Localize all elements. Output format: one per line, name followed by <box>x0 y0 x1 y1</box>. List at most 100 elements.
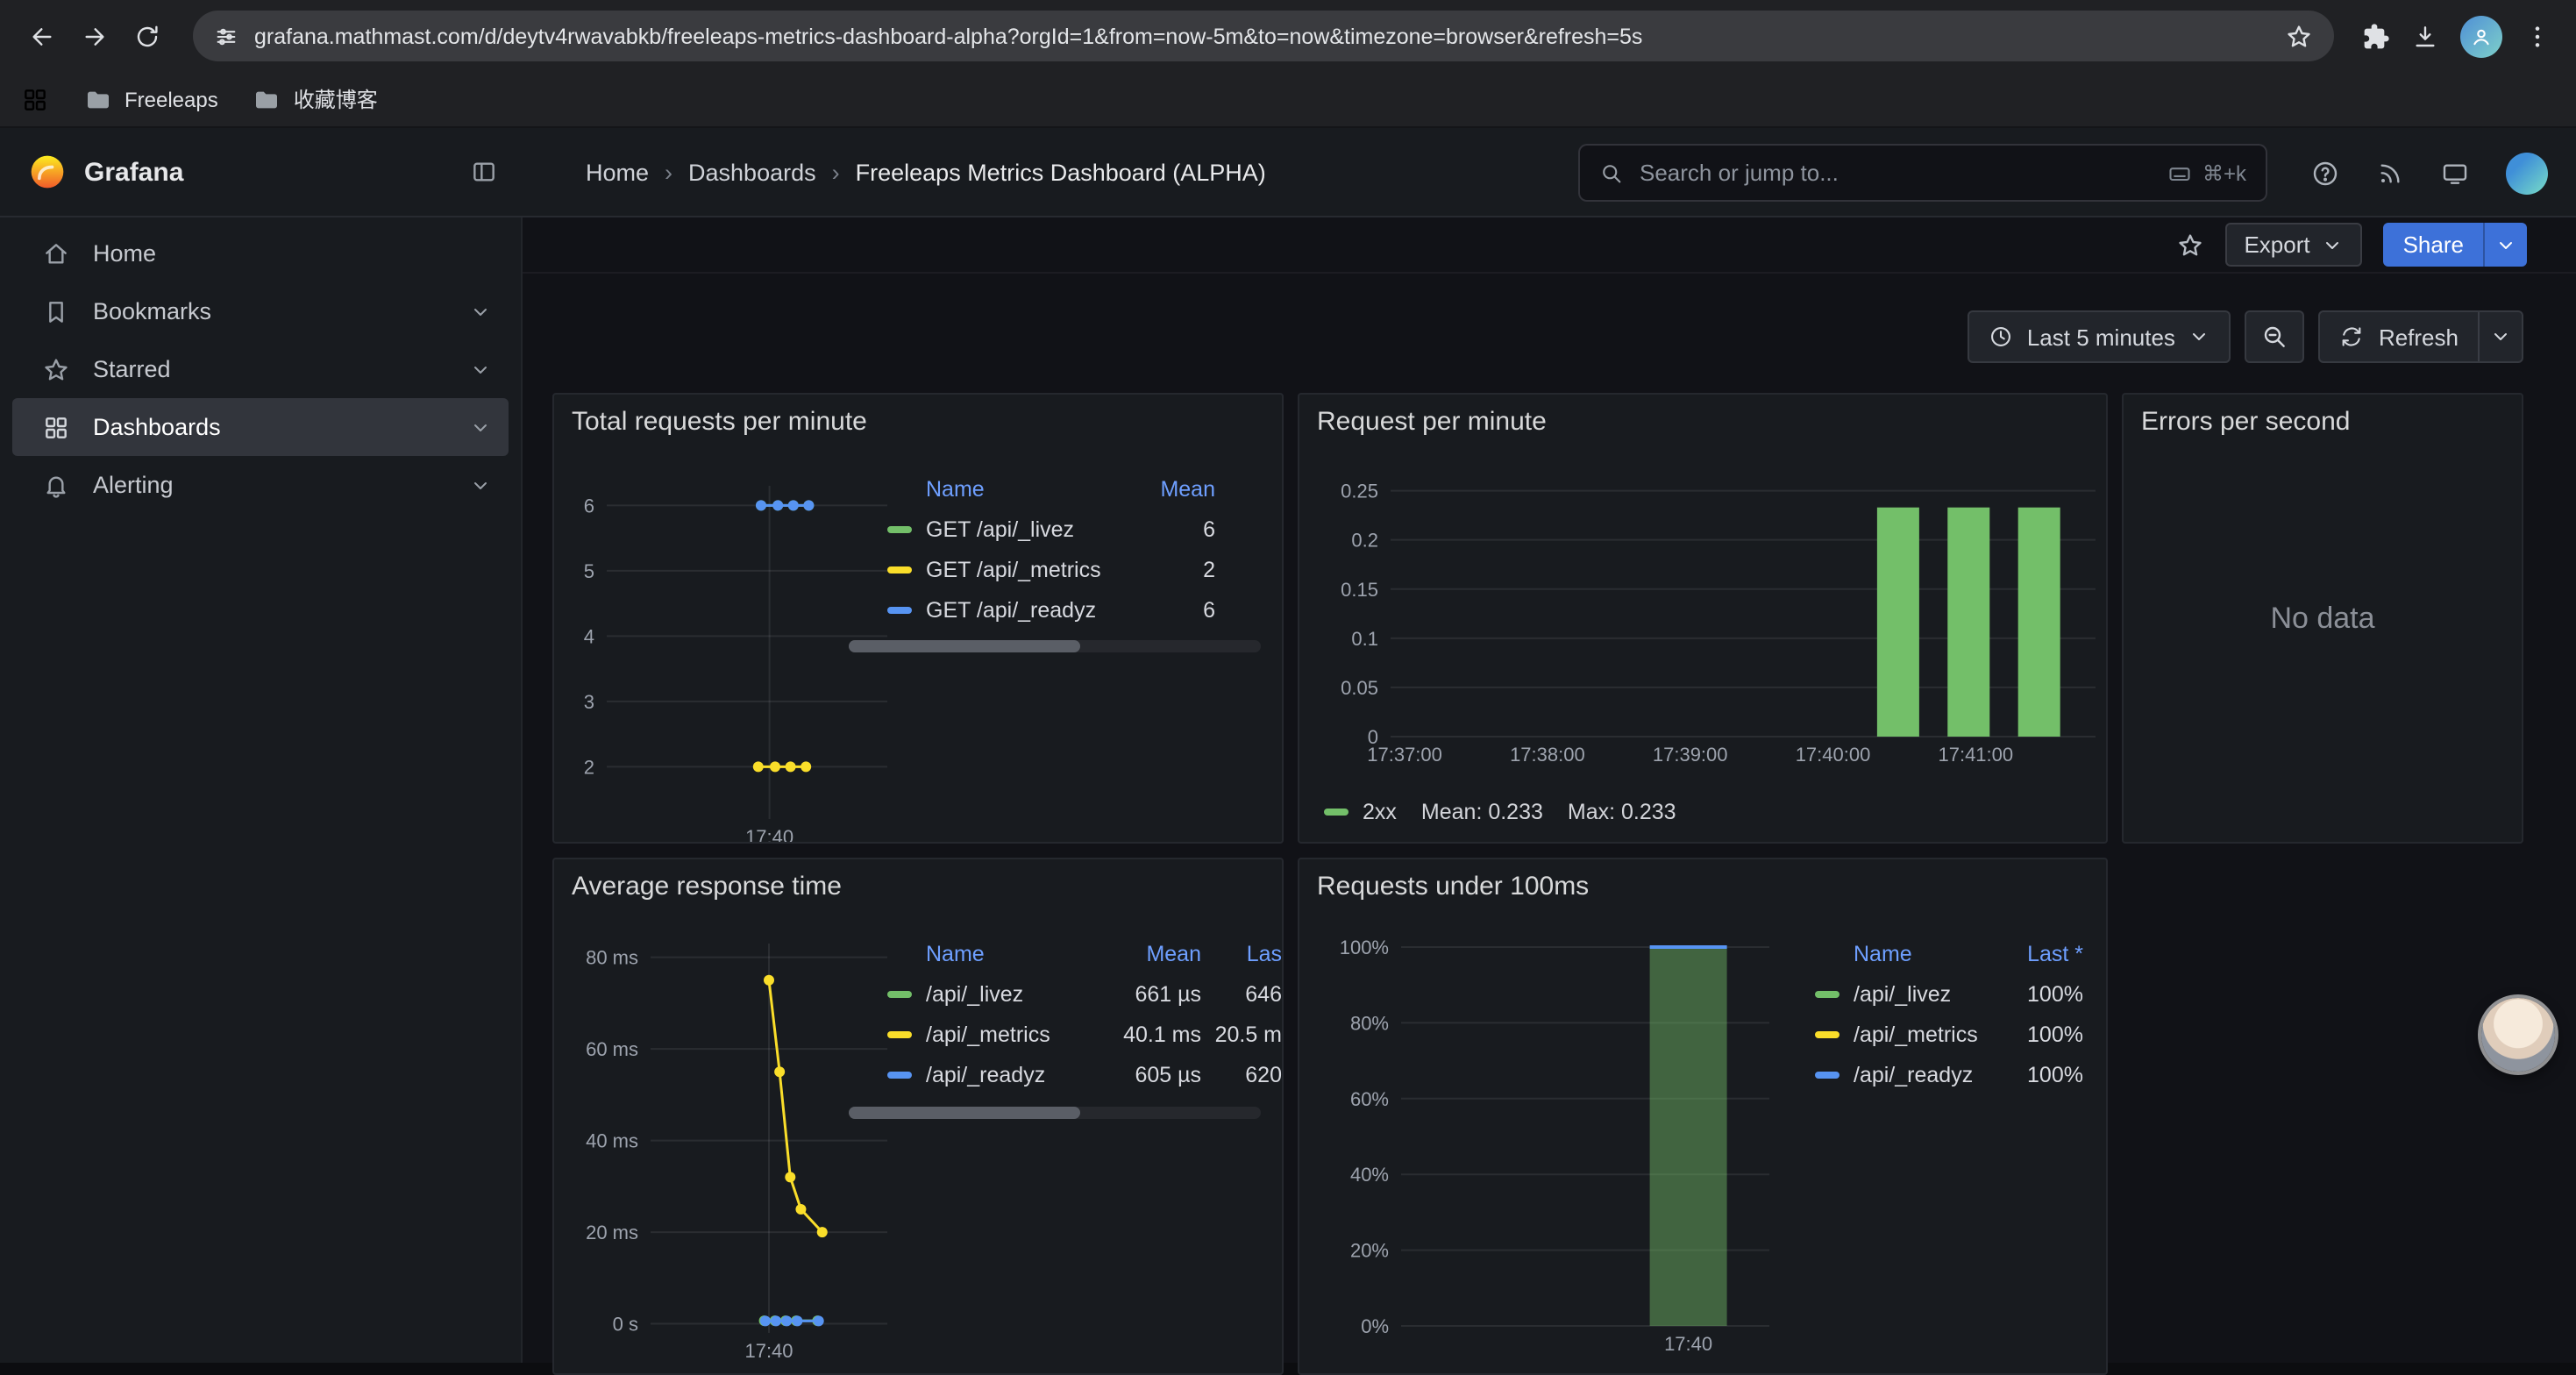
sidebar: Home Bookmarks Starred Dashboards Alerti… <box>0 217 523 1363</box>
news-rss-icon[interactable] <box>2376 159 2404 187</box>
sidebar-item-alerting[interactable]: Alerting <box>12 456 509 514</box>
panel-errors-per-second[interactable]: Errors per second No data <box>2122 393 2523 844</box>
bookmark-star-icon[interactable] <box>2285 22 2313 50</box>
series-swatch <box>1815 1071 1839 1078</box>
panel-requests-under-100ms[interactable]: Requests under 100ms 100%80%60%40%20%0%1… <box>1298 858 2108 1375</box>
legend-row[interactable]: GET /api/_livez 6 <box>887 509 1215 549</box>
request-per-minute-chart: 0.250.20.150.10.05017:37:0017:38:0017:39… <box>1299 395 2106 842</box>
legend-header-last[interactable]: Las <box>1201 941 1282 965</box>
svg-text:40 ms: 40 ms <box>586 1130 638 1152</box>
kiosk-monitor-icon[interactable] <box>2441 159 2469 187</box>
forward-button[interactable] <box>70 11 119 61</box>
svg-text:80 ms: 80 ms <box>586 947 638 969</box>
apps-grid-icon[interactable] <box>21 85 49 113</box>
breadcrumb-dashboards[interactable]: Dashboards <box>688 159 816 185</box>
downloads-icon[interactable] <box>2411 22 2439 50</box>
legend-header-name[interactable]: Name <box>926 476 1131 501</box>
floating-assistant-avatar[interactable] <box>2481 998 2555 1072</box>
panel-title: Total requests per minute <box>572 407 867 437</box>
breadcrumb-separator: › <box>832 159 840 185</box>
toolbar-right <box>2355 15 2558 57</box>
zoom-out-time-button[interactable] <box>2245 310 2305 363</box>
svg-text:6: 6 <box>584 495 594 517</box>
svg-text:80%: 80% <box>1350 1012 1389 1034</box>
chevron-down-icon[interactable] <box>470 417 491 438</box>
legend-header-name[interactable]: Name <box>1854 941 1992 965</box>
legend-header-name[interactable]: Name <box>926 941 1092 965</box>
star-icon <box>2175 231 2203 259</box>
breadcrumb-home[interactable]: Home <box>586 159 649 185</box>
search-input[interactable]: Search or jump to... ⌘+k <box>1578 144 2267 202</box>
series-swatch <box>1815 1030 1839 1037</box>
breadcrumb-current: Freeleaps Metrics Dashboard (ALPHA) <box>856 159 1266 185</box>
legend-row[interactable]: GET /api/_metrics 2 <box>887 549 1215 589</box>
legend-row[interactable]: /api/_livez 661 µs 646 <box>887 973 1282 1014</box>
legend-scrollbar[interactable] <box>849 640 1261 652</box>
bookmark-folder-blogs[interactable]: 收藏博客 <box>253 84 378 114</box>
star-dashboard-button[interactable] <box>2175 231 2203 259</box>
legend-header-last[interactable]: Last * <box>1992 941 2083 965</box>
svg-text:20 ms: 20 ms <box>586 1222 638 1243</box>
chevron-down-icon[interactable] <box>470 474 491 495</box>
grafana-user-avatar[interactable] <box>2506 152 2548 194</box>
folder-icon <box>253 85 281 113</box>
back-button[interactable] <box>18 11 67 61</box>
refresh-button[interactable]: Refresh <box>2321 312 2478 361</box>
header-icons <box>2311 128 2548 217</box>
url-bar[interactable]: grafana.mathmast.com/d/deytv4rwavabkb/fr… <box>193 11 2334 61</box>
panel-total-requests-per-minute[interactable]: Total requests per minute 6543217:40 Nam… <box>552 393 1284 844</box>
legend-line: 2xx Mean: 0.233 Max: 0.233 <box>1324 800 1676 824</box>
svg-text:0 s: 0 s <box>613 1314 638 1336</box>
share-dropdown-button[interactable] <box>2483 223 2527 267</box>
chevron-down-icon[interactable] <box>470 301 491 322</box>
legend-row[interactable]: /api/_livez 100% <box>1815 973 2083 1014</box>
extensions-icon[interactable] <box>2362 22 2390 50</box>
bookmark-icon <box>42 297 70 325</box>
sidebar-item-label: Home <box>93 240 156 267</box>
sidebar-item-starred[interactable]: Starred <box>12 340 509 398</box>
sidebar-item-bookmarks[interactable]: Bookmarks <box>12 282 509 340</box>
reload-button[interactable] <box>123 11 172 61</box>
svg-text:17:40: 17:40 <box>744 1340 793 1362</box>
svg-text:17:40: 17:40 <box>1664 1333 1712 1355</box>
share-button-main[interactable]: Share <box>2384 223 2483 267</box>
folder-icon <box>84 85 112 113</box>
grafana-header-left: Grafana <box>0 153 523 191</box>
svg-text:17:37:00: 17:37:00 <box>1367 744 1442 766</box>
export-button[interactable]: Export <box>2224 223 2362 267</box>
bookmark-label: Freeleaps <box>125 87 218 111</box>
refresh-interval-dropdown[interactable] <box>2478 312 2522 361</box>
dock-menu-button[interactable] <box>470 158 498 186</box>
star-icon <box>42 355 70 383</box>
sidebar-item-label: Alerting <box>93 472 174 498</box>
time-controls-row: Last 5 minutes Refresh <box>523 309 2576 365</box>
no-data-message: No data <box>2124 395 2522 842</box>
legend-table: Name Mean GET /api/_livez 6 GET /api/_me… <box>887 468 1215 630</box>
browser-menu-icon[interactable] <box>2523 22 2551 50</box>
browser-profile-avatar[interactable] <box>2460 15 2502 57</box>
legend-item-2xx[interactable]: 2xx <box>1324 800 1397 824</box>
svg-text:17:40:00: 17:40:00 <box>1796 744 1871 766</box>
legend-header-mean[interactable]: Mean <box>1092 941 1201 965</box>
legend-row[interactable]: /api/_readyz 605 µs 620 <box>887 1054 1282 1094</box>
bookmark-folder-freeleaps[interactable]: Freeleaps <box>84 85 218 113</box>
sidebar-item-home[interactable]: Home <box>12 224 509 282</box>
legend-header-mean[interactable]: Mean <box>1131 476 1215 501</box>
legend-row[interactable]: /api/_metrics 40.1 ms 20.5 m <box>887 1014 1282 1054</box>
panel-request-per-minute[interactable]: Request per minute 0.250.20.150.10.05017… <box>1298 393 2108 844</box>
legend-scrollbar[interactable] <box>849 1107 1261 1119</box>
chevron-down-icon[interactable] <box>470 359 491 380</box>
back-icon <box>28 22 56 50</box>
legend-row[interactable]: /api/_metrics 100% <box>1815 1014 2083 1054</box>
sidebar-item-dashboards[interactable]: Dashboards <box>12 398 509 456</box>
svg-text:60%: 60% <box>1350 1088 1389 1110</box>
svg-text:0.2: 0.2 <box>1351 530 1378 552</box>
legend-row[interactable]: GET /api/_readyz 6 <box>887 589 1215 630</box>
grafana-logo[interactable] <box>28 153 67 191</box>
legend-row[interactable]: /api/_readyz 100% <box>1815 1054 2083 1094</box>
dashboards-icon <box>42 413 70 441</box>
panel-average-response-time[interactable]: Average response time 80 ms60 ms40 ms20 … <box>552 858 1284 1375</box>
help-icon[interactable] <box>2311 159 2339 187</box>
time-range-picker[interactable]: Last 5 minutes <box>1968 310 2231 363</box>
series-swatch <box>887 990 912 997</box>
